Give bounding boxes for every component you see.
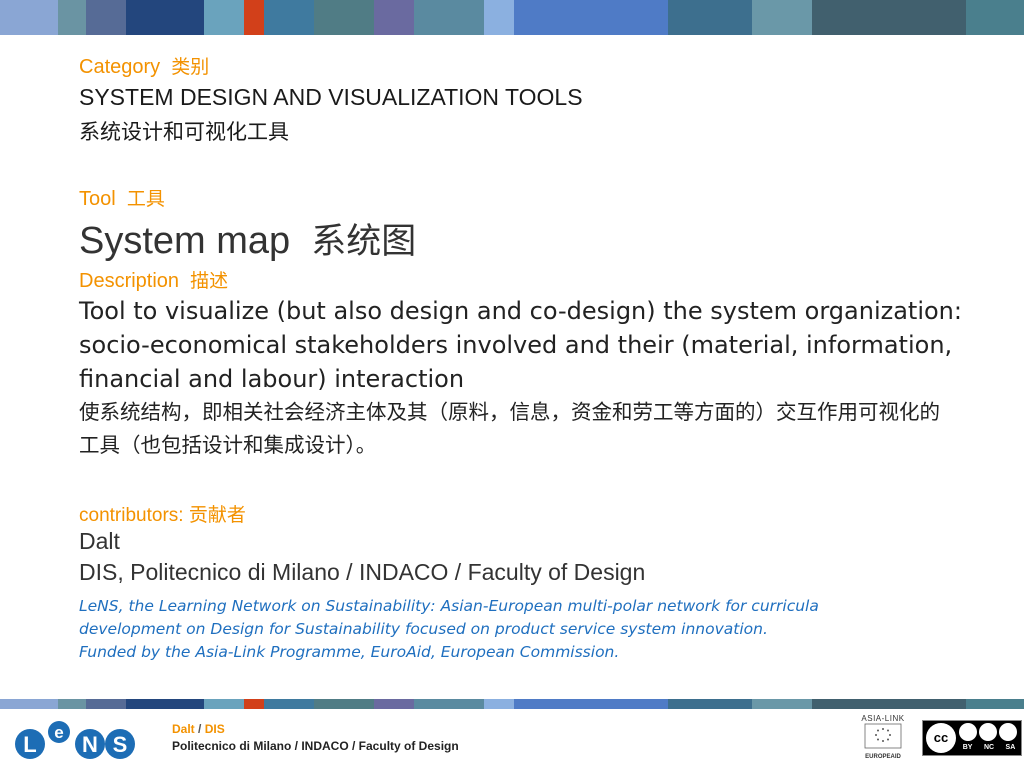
noncommercial-icon	[979, 723, 997, 741]
band-segment	[0, 699, 58, 709]
category-title-cn: 系统设计和可视化工具	[79, 120, 289, 144]
eu-stars-icon	[864, 723, 902, 749]
description-text-cn: 使系统结构，即相关社会经济主体及其（原料，信息，资金和劳工等方面的）交互作用可视…	[79, 400, 940, 457]
band-segment	[374, 0, 414, 35]
band-segment	[514, 699, 668, 709]
band-segment	[244, 0, 264, 35]
project-note-line3: Funded by the Asia-Link Programme, EuroA…	[79, 643, 620, 661]
band-segment	[752, 699, 812, 709]
cc-by-label: BY	[962, 744, 973, 751]
band-segment	[204, 699, 244, 709]
band-segment	[514, 0, 668, 35]
logo-letter-s: S	[113, 732, 128, 757]
logo-letter-e: e	[54, 723, 63, 742]
band-segment	[264, 699, 314, 709]
asia-link-logo: ASIA-LINK EUROPEAID	[857, 714, 909, 766]
band-segment	[966, 699, 1024, 709]
top-color-band	[0, 0, 1024, 35]
description-label: Description 描述	[79, 270, 229, 292]
band-segment	[414, 699, 484, 709]
band-segment	[58, 699, 86, 709]
band-segment	[812, 0, 966, 35]
band-segment	[126, 0, 204, 35]
contributor-affiliation: DIS, Politecnico di Milano / INDACO / Fa…	[79, 559, 646, 585]
cc-nc-label: NC	[983, 744, 995, 751]
band-segment	[966, 0, 1024, 35]
band-segment	[244, 699, 264, 709]
band-segment	[264, 0, 314, 35]
tool-label: Tool 工具	[79, 188, 165, 210]
band-segment	[668, 699, 752, 709]
band-segment	[374, 699, 414, 709]
cc-license-badge[interactable]: cc BY NC SA	[922, 720, 1022, 756]
contributor-name: Dalt	[79, 528, 120, 554]
description-text-en: Tool to visualize (but also design and c…	[79, 297, 962, 393]
logo-letter-l: L	[23, 732, 36, 757]
band-segment	[484, 699, 514, 709]
band-segment	[812, 699, 966, 709]
band-segment	[86, 699, 126, 709]
band-segment	[58, 0, 86, 35]
project-note-line2: development on Design for Sustainability…	[79, 620, 768, 638]
band-segment	[314, 699, 374, 709]
tool-title: System map 系统图	[79, 220, 417, 262]
band-segment	[484, 0, 514, 35]
contributors-label: contributors: 贡献者	[79, 504, 246, 526]
band-segment	[414, 0, 484, 35]
footer-affiliation: Politecnico di Milano / INDACO / Faculty…	[172, 739, 459, 753]
band-segment	[126, 699, 204, 709]
project-note-line1: LeNS, the Learning Network on Sustainabi…	[79, 597, 819, 615]
sharealike-icon	[999, 723, 1017, 741]
attribution-icon	[959, 723, 977, 741]
category-title-en: SYSTEM DESIGN AND VISUALIZATION TOOLS	[79, 84, 583, 110]
asia-link-text: ASIA-LINK	[861, 714, 905, 723]
footer-author-line: Dalt / DIS	[172, 722, 225, 736]
band-segment	[314, 0, 374, 35]
category-label: Category 类别	[79, 56, 210, 78]
band-segment	[86, 0, 126, 35]
bottom-color-band	[0, 699, 1024, 709]
cc-icon: cc	[926, 723, 956, 753]
cc-badge-labels: BY NC SA	[957, 744, 1021, 751]
lens-logo-graphic: L e N S	[15, 721, 135, 759]
logo-letter-n: N	[82, 732, 98, 757]
cc-sa-label: SA	[1005, 744, 1016, 751]
europeaid-text: EUROPEAID	[865, 754, 901, 760]
band-segment	[0, 0, 58, 35]
band-segment	[204, 0, 244, 35]
band-segment	[752, 0, 812, 35]
lens-logo: L e N S	[10, 716, 136, 762]
band-segment	[668, 0, 752, 35]
